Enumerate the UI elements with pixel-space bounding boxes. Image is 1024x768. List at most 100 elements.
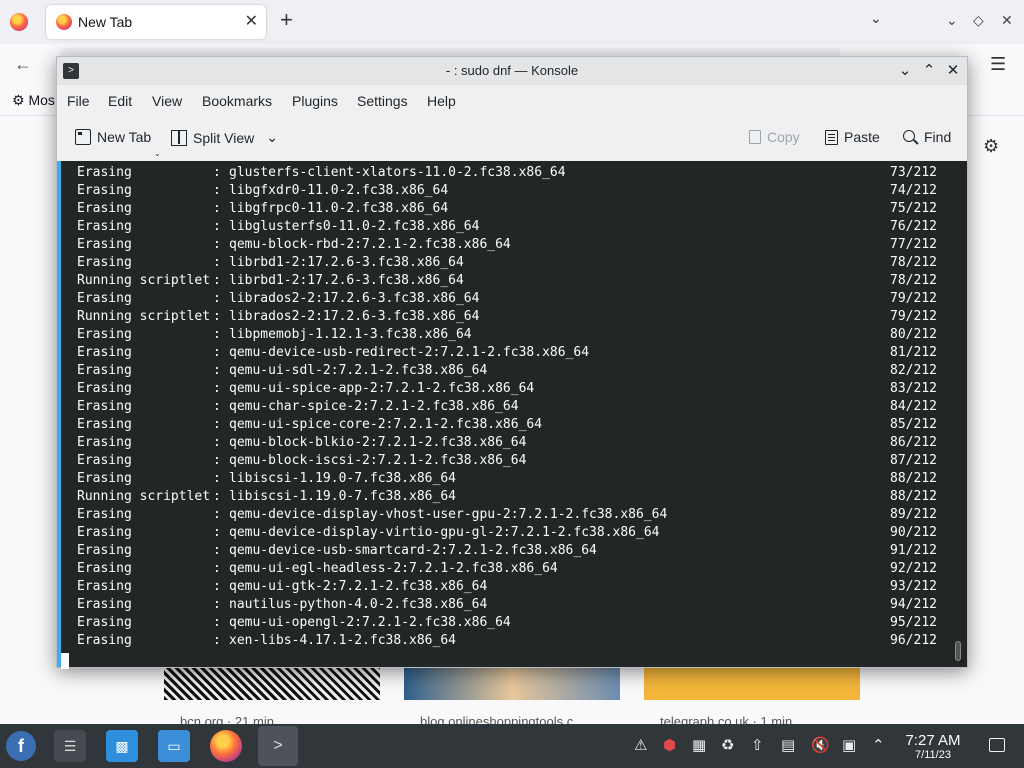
terminal-line-progress: 87/212: [890, 453, 937, 468]
terminal-line-colon: :: [213, 363, 221, 378]
terminal-line: Erasing: xen-libs-4.17.1-2.fc38.x86_64 96/…: [77, 632, 937, 650]
paste-label: Paste: [844, 129, 880, 145]
terminal-line-colon: :: [213, 471, 221, 486]
find-button[interactable]: Find: [903, 129, 951, 145]
update-icon[interactable]: ⇧: [751, 736, 764, 754]
firefox-taskbar-icon[interactable]: [210, 730, 242, 762]
menu-edit[interactable]: Edit: [108, 93, 132, 109]
settings-gear-icon[interactable]: ⚙: [983, 136, 999, 157]
terminal-line-progress: 91/212: [890, 543, 937, 558]
story-card-image[interactable]: [164, 664, 380, 700]
firefox-minimize-icon[interactable]: ⌄: [946, 12, 958, 29]
terminal-line-package: qemu-device-usb-smartcard-2:7.2.1-2.fc38…: [229, 543, 597, 558]
software-store-icon[interactable]: ▩: [106, 730, 138, 762]
terminal-line-package: librbd1-2:17.2.6-3.fc38.x86_64: [229, 273, 464, 288]
menu-plugins[interactable]: Plugins: [292, 93, 338, 109]
show-desktop-icon[interactable]: [989, 738, 1005, 752]
terminal-line: Erasing: librbd1-2:17.2.6-3.fc38.x86_64 78…: [77, 254, 937, 272]
terminal-line-progress: 83/212: [890, 381, 937, 396]
minimize-icon[interactable]: ⌄: [895, 61, 915, 79]
firefox-close-icon[interactable]: ✕: [1001, 12, 1013, 29]
konsole-title-bar[interactable]: > - : sudo dnf — Konsole ⌄ ⌃ ✕: [57, 57, 967, 85]
terminal-line-action: Erasing: [77, 579, 132, 594]
story-card-image[interactable]: [404, 664, 620, 700]
terminal-output[interactable]: Erasing: glusterfs-client-xlators-11.0-2.…: [57, 161, 967, 669]
terminal-line: Erasing: qemu-device-usb-smartcard-2:7.2.…: [77, 542, 937, 560]
network-icon[interactable]: ▣: [842, 736, 856, 754]
terminal-line-progress: 89/212: [890, 507, 937, 522]
firefox-app-icon: [10, 13, 28, 31]
terminal-line-package: librbd1-2:17.2.6-3.fc38.x86_64: [229, 255, 464, 270]
close-icon[interactable]: ✕: [943, 61, 963, 79]
hamburger-menu-icon[interactable]: ☰: [990, 54, 1006, 75]
terminal-line-progress: 79/212: [890, 309, 937, 324]
terminal-line-action: Erasing: [77, 237, 132, 252]
terminal-line-progress: 82/212: [890, 363, 937, 378]
terminal-line-colon: :: [213, 345, 221, 360]
terminal-line-progress: 88/212: [890, 471, 937, 486]
terminal-line-action: Erasing: [77, 615, 132, 630]
terminal-scrollbar[interactable]: [955, 641, 961, 661]
menu-file[interactable]: File: [67, 93, 90, 109]
terminal-line-colon: :: [213, 327, 221, 342]
menu-help[interactable]: Help: [427, 93, 456, 109]
terminal-line-colon: :: [213, 507, 221, 522]
konsole-taskbar-icon[interactable]: >: [258, 726, 298, 766]
terminal-line: Erasing: libiscsi-1.19.0-7.fc38.x86_64 88/…: [77, 470, 937, 488]
tab-close-icon[interactable]: ✕: [245, 11, 258, 31]
terminal-line-colon: :: [213, 273, 221, 288]
terminal-line-package: qemu-ui-spice-core-2:7.2.1-2.fc38.x86_64: [229, 417, 543, 432]
system-settings-icon[interactable]: ☰: [54, 730, 86, 762]
bookmark-item[interactable]: ⚙ Mos: [12, 92, 55, 109]
new-tab-icon: [75, 129, 91, 145]
maximize-icon[interactable]: ⌃: [919, 61, 939, 79]
terminal-line-colon: :: [213, 579, 221, 594]
new-tab-button[interactable]: New Tab ⌄: [75, 129, 161, 158]
chevron-down-icon: ⌄: [266, 129, 278, 145]
terminal-line-package: qemu-block-rbd-2:7.2.1-2.fc38.x86_64: [229, 237, 511, 252]
copy-button[interactable]: Copy: [749, 129, 800, 145]
terminal-line-action: Erasing: [77, 597, 132, 612]
menu-bookmarks[interactable]: Bookmarks: [202, 93, 272, 109]
terminal-line: Erasing: qemu-ui-spice-core-2:7.2.1-2.fc3…: [77, 416, 937, 434]
menu-settings[interactable]: Settings: [357, 93, 408, 109]
terminal-line-action: Erasing: [77, 183, 132, 198]
split-view-button[interactable]: Split View ⌄: [171, 129, 278, 146]
terminal-line-colon: :: [213, 543, 221, 558]
terminal-line-progress: 78/212: [890, 273, 937, 288]
story-card-image[interactable]: [644, 664, 860, 700]
terminal-line-progress: 93/212: [890, 579, 937, 594]
notifications-icon[interactable]: ⚠: [634, 736, 647, 754]
tray-expand-chevron-icon[interactable]: ⌃: [872, 736, 885, 754]
terminal-line: Erasing: qemu-device-usb-redirect-2:7.2.1…: [77, 344, 937, 362]
terminal-line-package: qemu-ui-opengl-2:7.2.1-2.fc38.x86_64: [229, 615, 511, 630]
terminal-line: Erasing: qemu-ui-spice-app-2:7.2.1-2.fc38…: [77, 380, 937, 398]
terminal-line: Erasing: qemu-ui-sdl-2:7.2.1-2.fc38.x86_6…: [77, 362, 937, 380]
terminal-line-progress: 78/212: [890, 255, 937, 270]
terminal-line-progress: 88/212: [890, 489, 937, 504]
clipboard-icon[interactable]: ▤: [781, 736, 795, 754]
volume-muted-icon[interactable]: 🔇: [811, 736, 830, 754]
keyboard-icon[interactable]: ▦: [692, 736, 706, 754]
menu-view[interactable]: View: [152, 93, 182, 109]
back-arrow-icon[interactable]: ←: [14, 54, 32, 75]
firefox-favicon-icon: [56, 14, 72, 30]
terminal-line-action: Erasing: [77, 219, 132, 234]
firefox-tab[interactable]: New Tab ✕: [46, 5, 266, 39]
file-manager-icon[interactable]: ▭: [158, 730, 190, 762]
package-update-icon[interactable]: ⬢: [663, 736, 676, 754]
clock[interactable]: 7:27 AM 7/11/23: [898, 732, 968, 762]
kde-connect-icon[interactable]: ♻: [721, 736, 734, 754]
terminal-line: Erasing: qemu-block-iscsi-2:7.2.1-2.fc38.…: [77, 452, 937, 470]
terminal-line-colon: :: [213, 597, 221, 612]
firefox-maximize-icon[interactable]: ◇: [973, 12, 984, 29]
new-tab-button[interactable]: +: [280, 9, 293, 31]
fedora-launcher-icon[interactable]: f: [6, 731, 36, 761]
terminal-line: Running scriptlet: librados2-2:17.2.6-3.f…: [77, 308, 937, 326]
terminal-line-action: Erasing: [77, 345, 132, 360]
tab-list-chevron-icon[interactable]: ⌄: [870, 10, 882, 27]
terminal-line-action: Erasing: [77, 453, 132, 468]
paste-button[interactable]: Paste: [825, 129, 880, 145]
terminal-line: Erasing: libglusterfs0-11.0-2.fc38.x86_64…: [77, 218, 937, 236]
terminal-line-package: librados2-2:17.2.6-3.fc38.x86_64: [229, 291, 480, 306]
